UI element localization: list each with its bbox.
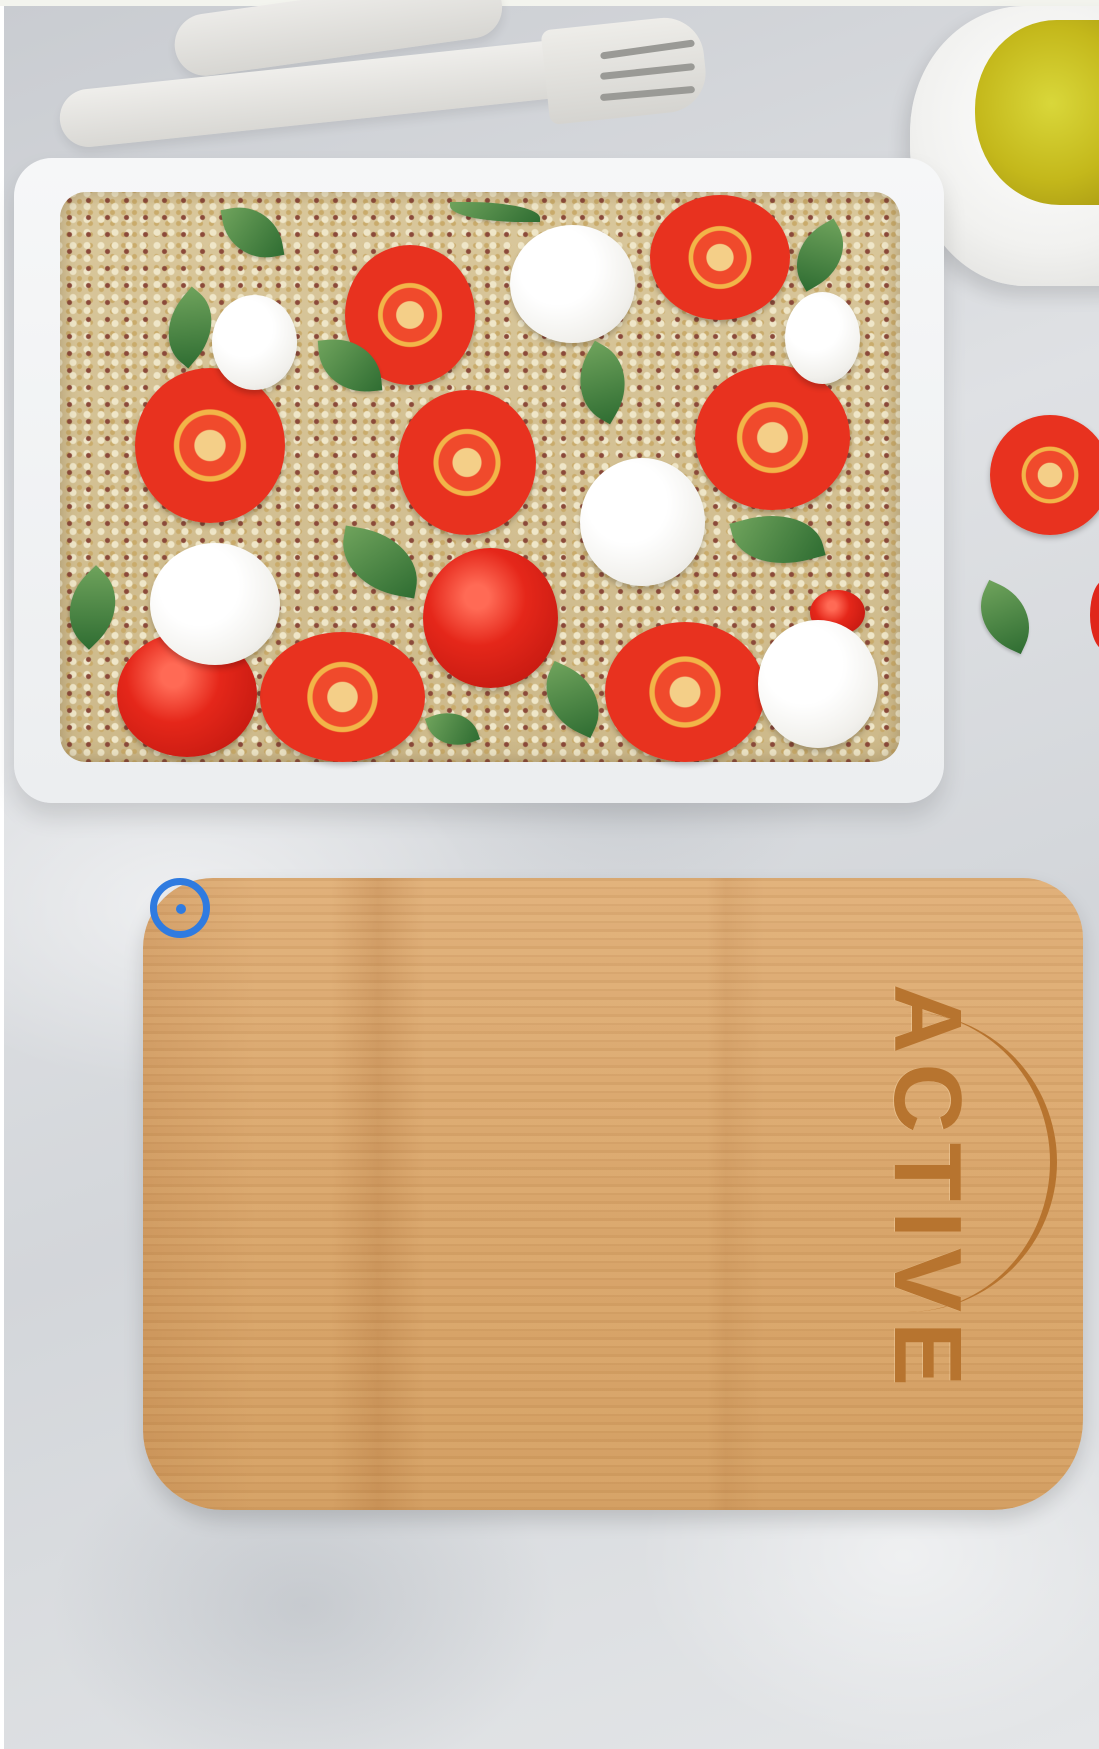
tomato-half [650,195,790,320]
brand-logo: ACTIVE [872,970,982,1410]
mozzarella-ball [580,458,705,586]
tomato-half [398,390,536,535]
tomato-half [990,415,1099,535]
click-target-dot [176,904,186,914]
brand-logo-text: ACTIVE [874,983,981,1397]
mozzarella-ball [150,543,280,665]
tomato-half [695,365,850,510]
tomato-whole [423,548,558,688]
mozzarella-ball [758,620,878,748]
tomato-half [605,622,765,762]
tomato-half [135,368,285,523]
mozzarella-ball [212,295,297,390]
mozzarella-ball [510,225,635,343]
mozzarella-ball [785,292,860,384]
tomato-half [260,632,425,762]
